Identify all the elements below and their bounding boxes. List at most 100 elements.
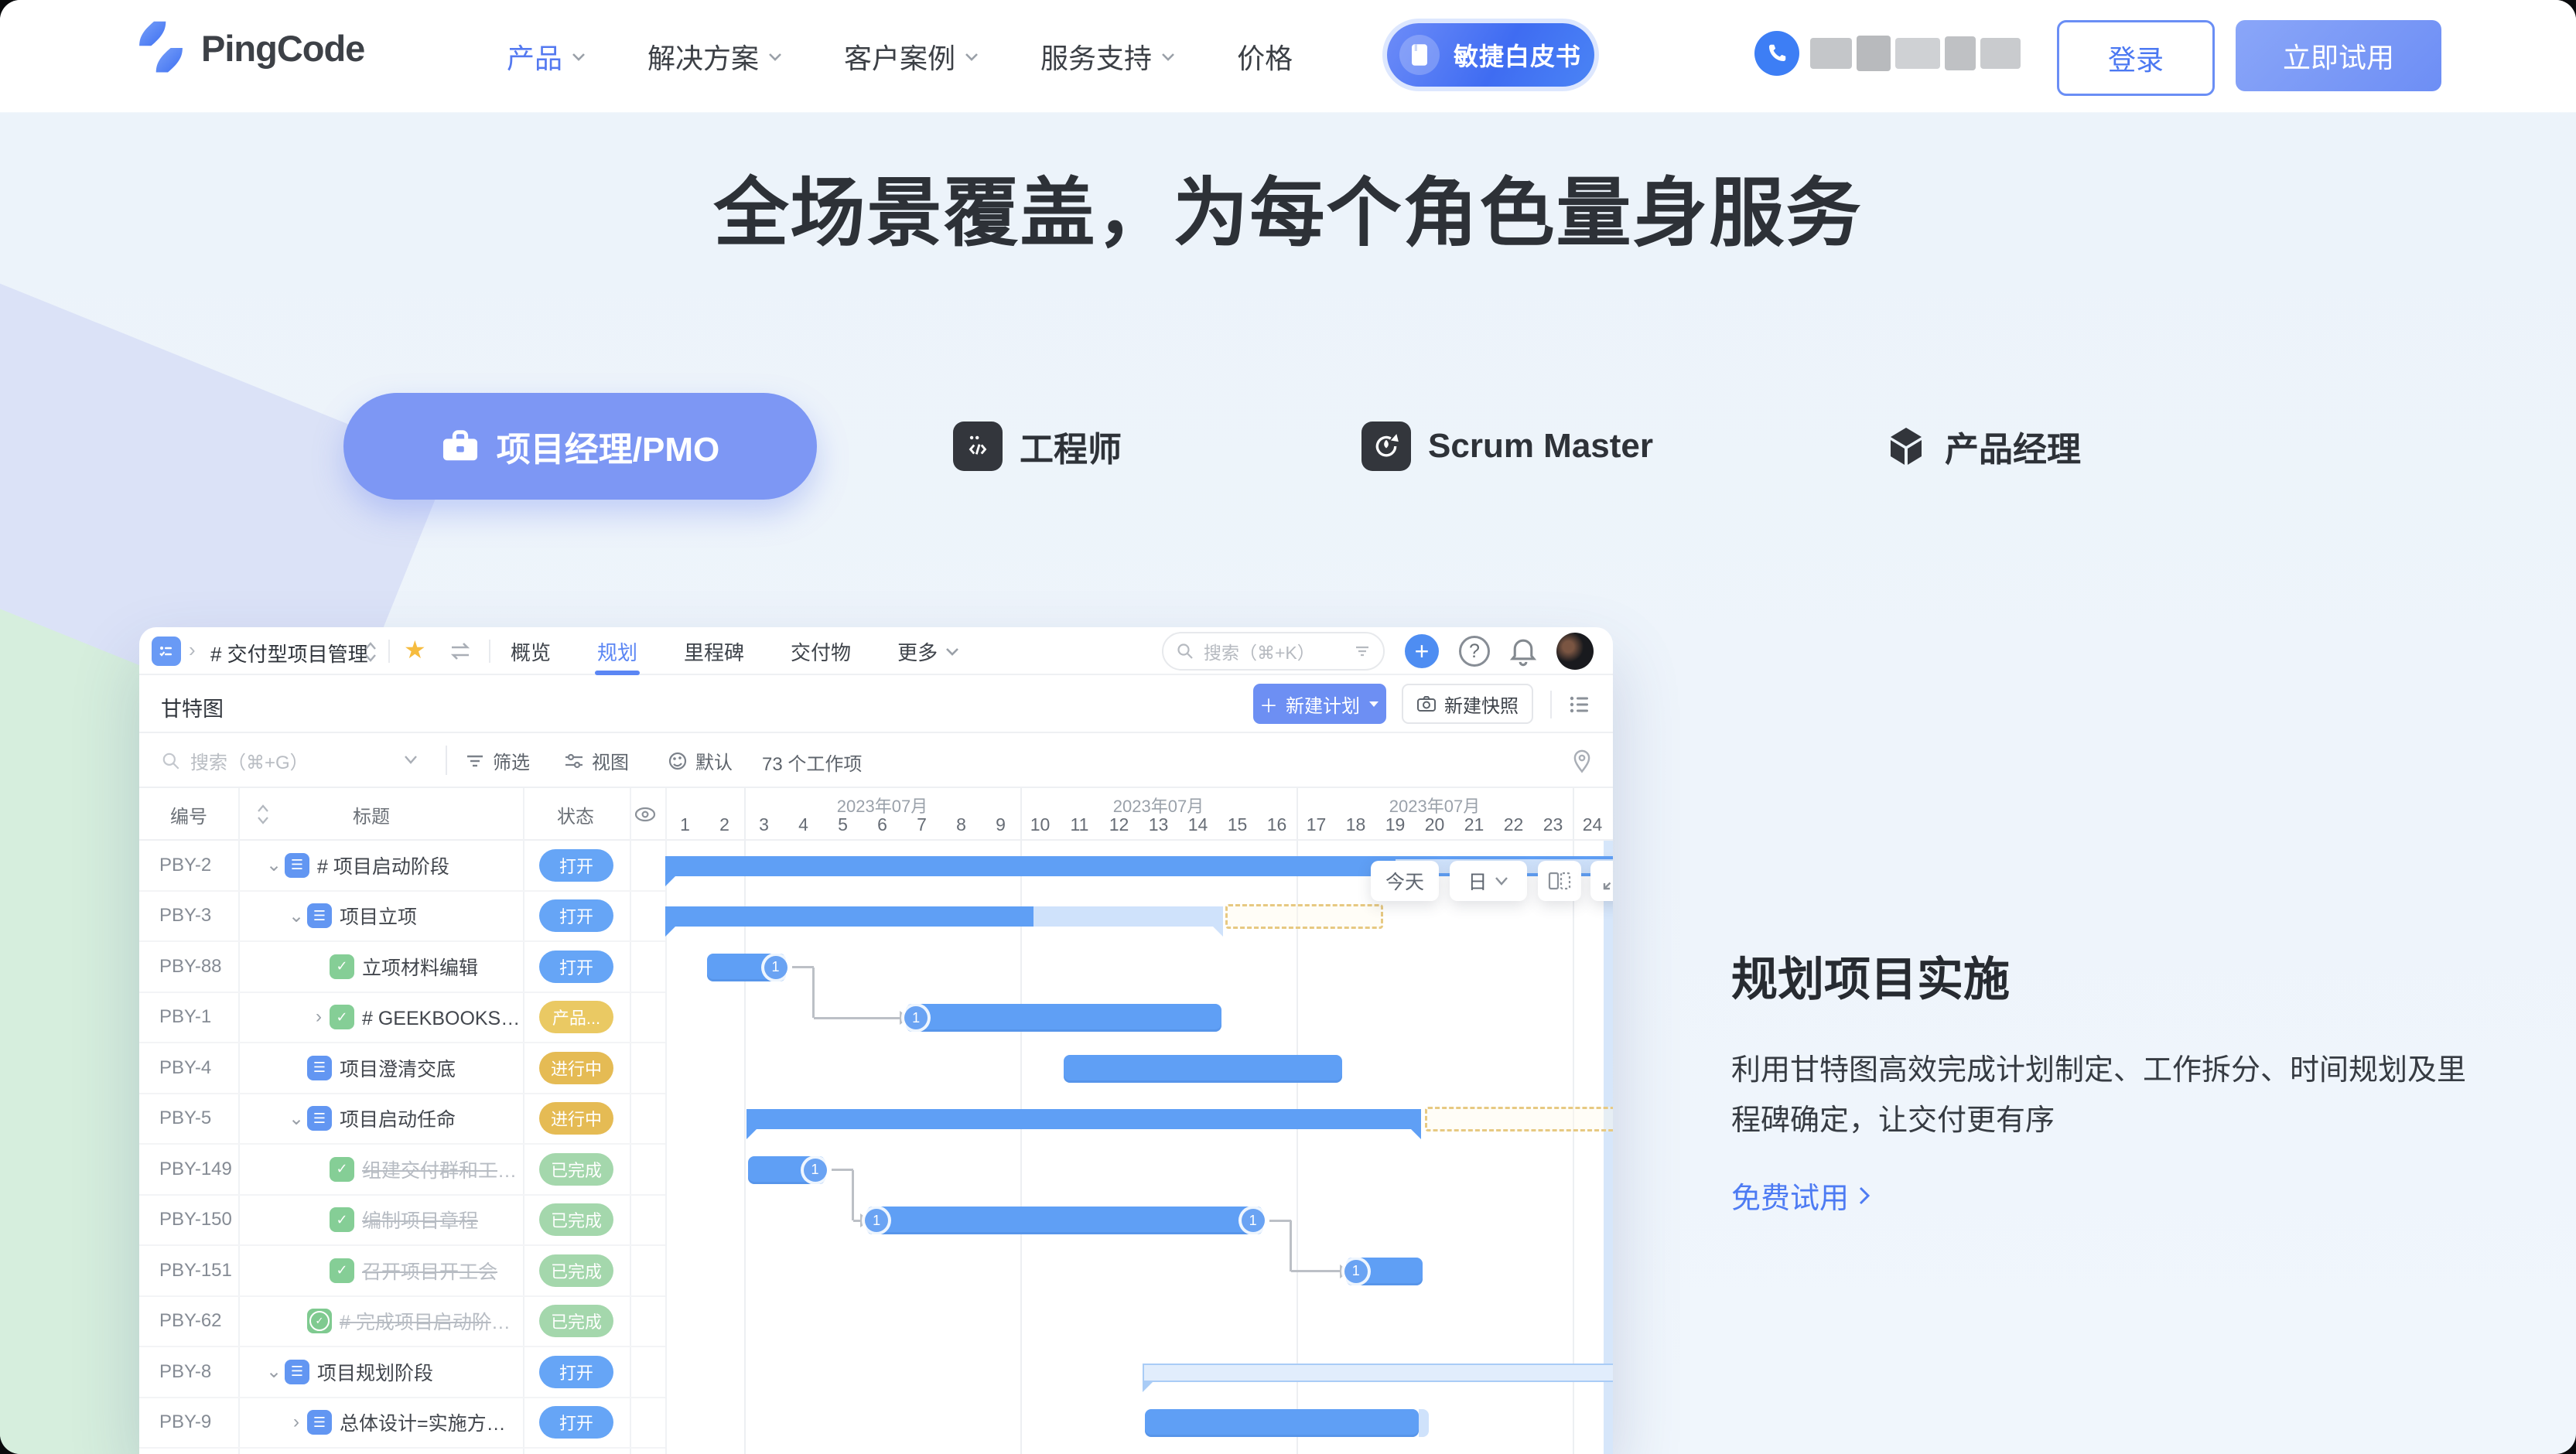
dependency-count-badge[interactable]: 1 [1242, 1209, 1265, 1232]
status-badge[interactable]: 打开 [539, 899, 613, 932]
tab-交付物[interactable]: 交付物 [791, 627, 851, 675]
gantt-bar-PBY-2[interactable] [665, 856, 1396, 876]
status-badge[interactable]: 产品... [539, 1001, 613, 1033]
gantt-bar-PBY-3[interactable] [1033, 906, 1223, 927]
filter-button[interactable]: 筛选 [465, 747, 530, 774]
table-row[interactable]: PBY-151✓召开项目开工会已完成 [139, 1246, 665, 1297]
try-now-button[interactable]: 立即试用 [2236, 20, 2441, 91]
eye-icon[interactable] [633, 804, 658, 824]
help-icon[interactable]: ? [1459, 636, 1490, 667]
table-row[interactable]: PBY-2⌄☰# 项目启动阶段打开 [139, 841, 665, 892]
gantt-bar-PBY-150[interactable] [866, 1207, 1263, 1234]
nav-item-解决方案[interactable]: 解决方案 [647, 36, 784, 77]
view-settings-button[interactable]: 视图 [564, 747, 629, 774]
table-row[interactable]: PBY-4☰项目澄清交底进行中 [139, 1043, 665, 1094]
status-badge[interactable]: 进行中 [539, 1052, 613, 1084]
expander-icon[interactable]: ⌄ [285, 905, 307, 927]
project-folder-icon[interactable] [152, 637, 181, 666]
notification-bell-icon[interactable] [1508, 636, 1538, 667]
today-button[interactable]: 今天 [1371, 861, 1439, 901]
new-plan-button[interactable]: ＋ 新建计划 [1253, 684, 1386, 724]
scale-select[interactable]: 日 [1450, 861, 1527, 901]
nav-item-服务支持[interactable]: 服务支持 [1040, 36, 1177, 77]
status-badge[interactable]: 已完成 [539, 1203, 613, 1236]
nav-item-客户案例[interactable]: 客户案例 [844, 36, 980, 77]
expander-icon[interactable]: ⌄ [263, 854, 285, 876]
sort-icon[interactable] [255, 804, 271, 825]
table-row[interactable]: PBY-8⌄☰项目规划阶段打开 [139, 1347, 665, 1398]
role-tab-2[interactable]: 工程师 [953, 393, 1122, 500]
column-header-title[interactable]: 标题 [353, 788, 390, 841]
expander-icon[interactable]: › [285, 1411, 307, 1433]
table-row[interactable]: PBY-5⌄☰项目启动任命进行中 [139, 1094, 665, 1145]
swap-icon[interactable] [447, 640, 473, 663]
gantt-bar-PBY-5[interactable] [746, 1109, 1421, 1129]
tab-更多[interactable]: 更多 [897, 627, 961, 675]
gantt-bar-PBY-5[interactable] [1425, 1107, 1613, 1131]
nav-item-价格[interactable]: 价格 [1237, 36, 1293, 77]
status-badge[interactable]: 已完成 [539, 1254, 613, 1287]
default-theme-button[interactable]: 默认 [668, 747, 733, 774]
gantt-bar-PBY-3[interactable] [665, 906, 1033, 927]
dependency-count-badge[interactable]: 1 [1344, 1260, 1368, 1283]
login-button[interactable]: 登录 [2057, 20, 2215, 96]
project-switch-icon[interactable] [362, 640, 379, 664]
dependency-count-badge[interactable]: 1 [764, 956, 787, 979]
role-tab-3[interactable]: Scrum Master [1361, 393, 1653, 500]
create-plus-button[interactable]: + [1405, 634, 1439, 668]
gantt-bar-PBY-9[interactable] [1419, 1409, 1429, 1437]
global-search-input[interactable]: 搜索（⌘+K） [1162, 632, 1385, 671]
table-row[interactable]: PBY-150✓编制项目章程已完成 [139, 1196, 665, 1247]
expander-icon[interactable]: › [308, 1006, 330, 1028]
gantt-bar-PBY-4[interactable] [1064, 1055, 1342, 1083]
status-badge[interactable]: 打开 [539, 951, 613, 983]
row-status-cell: 打开 [523, 1356, 630, 1388]
gantt-bar-PBY-9[interactable] [1145, 1409, 1419, 1437]
tab-概览[interactable]: 概览 [511, 627, 551, 675]
row-title: 项目立项 [340, 902, 417, 930]
search-scope-chevron-icon[interactable] [402, 753, 419, 766]
fullscreen-button[interactable] [1590, 861, 1613, 901]
favorite-star-icon[interactable]: ★ [404, 635, 426, 664]
row-title-cell: ✓召开项目开工会 [238, 1257, 523, 1285]
locate-pin-icon[interactable] [1570, 747, 1594, 773]
column-header-status[interactable]: 状态 [557, 788, 594, 841]
table-row[interactable]: PBY-3⌄☰项目立项打开 [139, 892, 665, 943]
row-id: PBY-3 [139, 905, 238, 927]
table-row[interactable]: PBY-88✓立项材料编辑打开 [139, 942, 665, 993]
whitepaper-badge[interactable]: 敏捷白皮书 [1387, 23, 1594, 87]
gantt-bar-PBY-3[interactable] [1225, 904, 1383, 929]
breadcrumb-project-title[interactable]: # 交付型项目管理 [210, 639, 368, 667]
expander-icon[interactable]: ⌄ [285, 1108, 307, 1130]
expander-icon[interactable]: ⌄ [263, 1360, 285, 1383]
phase-icon: ☰ [307, 1106, 332, 1131]
tab-里程碑[interactable]: 里程碑 [684, 627, 744, 675]
status-badge[interactable]: 打开 [539, 849, 613, 882]
role-tab-4[interactable]: 产品经理 [1884, 393, 2081, 500]
dependency-count-badge[interactable]: 1 [804, 1159, 827, 1182]
role-tab-1[interactable]: 项目经理/PMO [343, 393, 817, 500]
status-badge[interactable]: 已完成 [539, 1153, 613, 1186]
free-trial-link[interactable]: 免费试用 [1731, 1174, 1872, 1217]
tab-规划[interactable]: 规划 [597, 627, 637, 675]
status-badge[interactable]: 打开 [539, 1406, 613, 1439]
table-row[interactable]: PBY-9›☰总体设计=实施方案（...打开 [139, 1398, 665, 1449]
status-badge[interactable]: 已完成 [539, 1305, 613, 1337]
table-row[interactable]: PBY-149✓组建交付群和工作台已完成 [139, 1145, 665, 1196]
status-badge[interactable]: 打开 [539, 1356, 613, 1388]
column-header-id[interactable]: 编号 [170, 788, 207, 841]
nav-item-产品[interactable]: 产品 [507, 36, 587, 77]
table-row[interactable]: PBY-62✓# 完成项目启动阶段...已完成 [139, 1297, 665, 1348]
table-row[interactable]: PBY-1›✓# GEEKBOOKS 极...产品... [139, 993, 665, 1044]
new-snapshot-button[interactable]: 新建快照 [1402, 684, 1533, 724]
split-panel-button[interactable] [1538, 861, 1581, 901]
gantt-chart: 111111 [665, 841, 1613, 1454]
gantt-bar-PBY-1[interactable] [906, 1004, 1221, 1032]
gantt-search-input[interactable]: 搜索（⌘+G） [161, 747, 309, 774]
avatar[interactable] [1556, 633, 1594, 670]
logo[interactable]: PingCode [133, 20, 364, 76]
sliders-icon [564, 751, 584, 771]
gantt-bar-PBY-8[interactable] [1143, 1364, 1613, 1382]
status-badge[interactable]: 进行中 [539, 1102, 613, 1135]
view-list-icon[interactable] [1567, 692, 1592, 717]
